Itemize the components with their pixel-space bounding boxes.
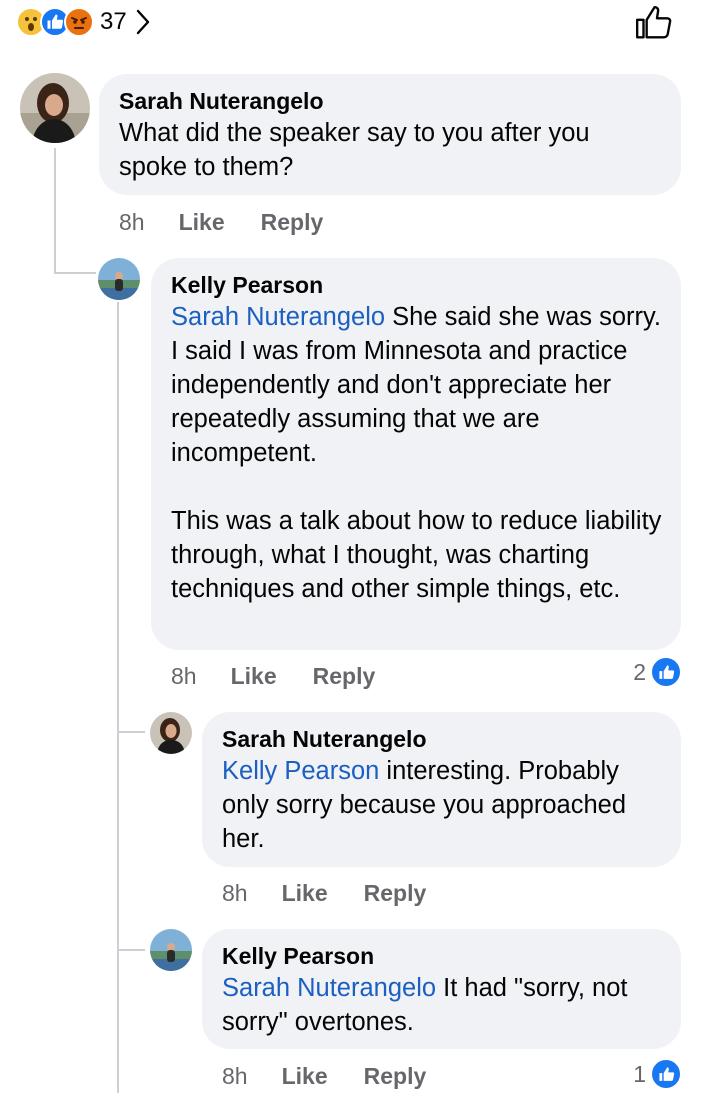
comment-meta: 8h Like Reply <box>222 876 426 910</box>
avatar[interactable] <box>150 929 192 971</box>
thread-line-main <box>54 148 56 274</box>
comment-author[interactable]: Sarah Nuterangelo <box>119 86 663 116</box>
post-reactions-summary[interactable]: 37 <box>16 4 151 40</box>
comment-text: Kelly Pearson interesting. Probably only… <box>222 754 663 856</box>
like-emoji-icon <box>650 656 682 688</box>
mention-link[interactable]: Kelly Pearson <box>222 757 379 785</box>
comment-like-button[interactable]: Like <box>282 880 328 907</box>
comment-text-paragraph-2: This was a talk about how to reduce liab… <box>171 507 662 603</box>
chevron-right-icon <box>136 9 149 35</box>
angry-emoji-icon <box>64 7 94 37</box>
comment-meta: 8h Like Reply <box>222 1059 426 1093</box>
comment-like-button[interactable]: Like <box>179 209 225 236</box>
comment-time[interactable]: 8h <box>222 880 248 907</box>
comment-like-button[interactable]: Like <box>231 663 277 690</box>
comment-text: Sarah Nuterangelo It had "sorry, not sor… <box>222 971 663 1039</box>
thread-line-main-curve <box>54 272 96 274</box>
comment-time[interactable]: 8h <box>171 663 197 690</box>
comment-reply-button[interactable]: Reply <box>364 880 427 907</box>
avatar[interactable] <box>150 712 192 754</box>
comment-reply-button[interactable]: Reply <box>364 1063 427 1090</box>
comment-author[interactable]: Kelly Pearson <box>222 941 663 971</box>
mention-link[interactable]: Sarah Nuterangelo <box>222 974 436 1002</box>
mention-link[interactable]: Sarah Nuterangelo <box>171 303 385 331</box>
comment-bubble[interactable]: Kelly Pearson Sarah Nuterangelo It had "… <box>202 929 681 1049</box>
comment-time[interactable]: 8h <box>119 209 145 236</box>
comment-time[interactable]: 8h <box>222 1063 248 1090</box>
like-emoji-icon <box>650 1058 682 1090</box>
avatar[interactable] <box>20 73 90 143</box>
comment-meta: 8h Like Reply <box>171 659 375 693</box>
comment-text: What did the speaker say to you after yo… <box>119 119 590 181</box>
comment-bubble[interactable]: Sarah Nuterangelo Kelly Pearson interest… <box>202 712 681 867</box>
thumbs-up-outline-icon <box>635 5 672 39</box>
comment-author[interactable]: Kelly Pearson <box>171 270 663 300</box>
thread-line-nested-branch-2 <box>117 949 145 951</box>
comment-text: Sarah Nuterangelo She said she was sorry… <box>171 300 663 470</box>
comment-author[interactable]: Sarah Nuterangelo <box>222 724 663 754</box>
comment-reply-button[interactable]: Reply <box>261 209 324 236</box>
comment-reply-button[interactable]: Reply <box>313 663 376 690</box>
comment-bubble[interactable]: Kelly Pearson Sarah Nuterangelo She said… <box>151 258 681 650</box>
comment-like-button[interactable]: Like <box>282 1063 328 1090</box>
comment-meta: 8h Like Reply <box>119 205 323 239</box>
comment-reaction-number: 1 <box>633 1060 646 1087</box>
like-button[interactable] <box>634 4 672 47</box>
thread-line-nested <box>117 302 119 1093</box>
reaction-count: 37 <box>100 8 127 35</box>
comment-reaction-count[interactable]: 2 <box>633 656 682 688</box>
comment-bubble[interactable]: Sarah Nuterangelo What did the speaker s… <box>99 74 681 195</box>
thread-line-nested-branch-1 <box>117 731 145 733</box>
comment-reaction-count[interactable]: 1 <box>633 1058 682 1090</box>
avatar[interactable] <box>98 258 140 300</box>
comment-reaction-number: 2 <box>633 658 646 685</box>
reaction-emoji-stack <box>16 7 94 37</box>
